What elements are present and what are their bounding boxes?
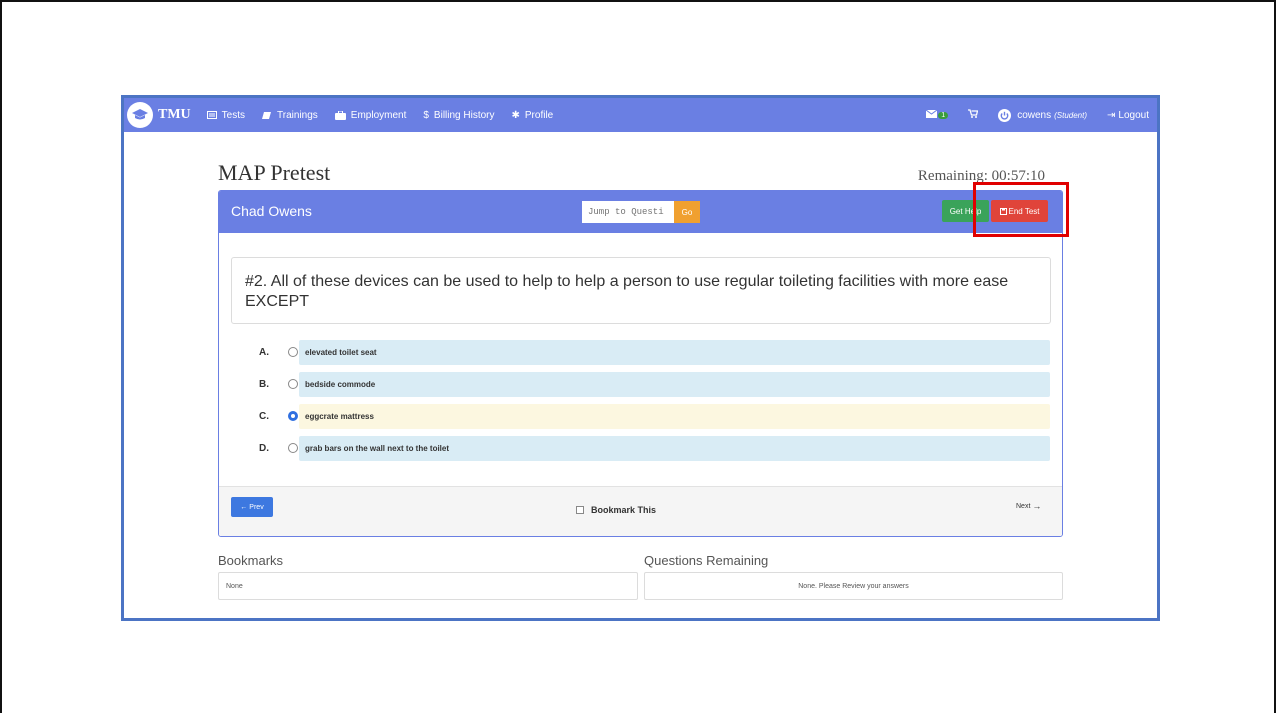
brand[interactable]: TMU — [127, 102, 191, 128]
option-a[interactable]: A. elevated toilet seat — [219, 340, 1062, 365]
nav-user[interactable]: cowens (Student) — [998, 108, 1088, 122]
question-text: #2. All of these devices can be used to … — [231, 257, 1051, 324]
book-icon — [262, 111, 272, 120]
option-letter: A. — [259, 347, 269, 358]
prev-button[interactable]: ← Prev — [231, 497, 273, 517]
graduation-cap-icon — [127, 102, 153, 128]
nav-tests-label: Tests — [221, 109, 246, 121]
bookmark-checkbox[interactable] — [576, 506, 584, 514]
nav-profile-label: Profile — [524, 109, 554, 121]
save-icon — [999, 207, 1007, 215]
nav-employment-label: Employment — [350, 109, 407, 121]
bookmarks-list: None — [218, 572, 638, 600]
user-role: (Student) — [1054, 110, 1088, 120]
nav-messages[interactable]: 1 — [926, 109, 949, 121]
cart-icon — [968, 109, 979, 121]
logout-label: Logout — [1118, 109, 1149, 121]
option-text[interactable]: bedside commode — [299, 372, 1050, 397]
brand-name: TMU — [158, 107, 191, 122]
bookmark-toggle[interactable]: Bookmark This — [576, 505, 656, 515]
option-text[interactable]: eggcrate mattress — [299, 404, 1050, 429]
nav-cart[interactable] — [968, 109, 979, 121]
option-radio[interactable] — [288, 411, 298, 421]
arrow-right-icon: → — [1032, 501, 1042, 511]
nav-tests[interactable]: Tests — [206, 109, 246, 121]
next-button[interactable]: Next → — [1016, 501, 1041, 511]
nav-billing-history[interactable]: $ Billing History — [423, 110, 494, 121]
page-title: MAP Pretest — [218, 160, 331, 185]
option-b[interactable]: B. bedside commode — [219, 372, 1062, 397]
end-test-button[interactable]: End Test — [991, 200, 1048, 222]
nav-profile[interactable]: ✱ Profile — [512, 110, 554, 121]
bookmark-label: Bookmark This — [591, 505, 657, 515]
nav-trainings-label: Trainings — [277, 109, 318, 121]
option-d[interactable]: D. grab bars on the wall next to the toi… — [219, 436, 1062, 461]
option-text[interactable]: grab bars on the wall next to the toilet — [299, 436, 1050, 461]
next-label: Next — [1016, 502, 1031, 510]
student-name: Chad Owens — [231, 203, 312, 219]
top-navbar: TMU Tests Trainings Employment $ Billing… — [124, 98, 1157, 132]
logout-icon: ⇥ — [1107, 109, 1116, 121]
option-letter: D. — [259, 443, 269, 454]
prev-label: Prev — [249, 503, 264, 511]
get-help-button[interactable]: Get Help — [942, 200, 989, 222]
nav-billing-label: Billing History — [433, 109, 495, 121]
questions-remaining-list: None. Please Review your answers — [644, 572, 1063, 600]
jump-to-question-input[interactable] — [582, 201, 674, 223]
go-button[interactable]: Go — [674, 201, 700, 223]
option-c[interactable]: C. eggcrate mattress — [219, 404, 1062, 429]
dollar-icon: $ — [423, 109, 429, 121]
briefcase-icon — [334, 110, 346, 120]
arrow-left-icon: ← — [240, 503, 248, 511]
list-icon — [206, 111, 217, 119]
power-icon — [998, 108, 1012, 122]
questions-remaining-title: Questions Remaining — [644, 553, 769, 568]
option-radio[interactable] — [288, 347, 298, 357]
username: cowens — [1017, 109, 1052, 121]
time-remaining: Remaining: 00:57:10 — [917, 168, 1045, 184]
envelope-icon — [926, 109, 938, 121]
question-panel: Chad Owens Go Get Help End Test #2. All … — [218, 190, 1063, 537]
panel-header: Chad Owens Go Get Help End Test — [219, 191, 1062, 233]
option-letter: C. — [259, 411, 269, 422]
nav-trainings[interactable]: Trainings — [262, 110, 318, 121]
app-window: TMU Tests Trainings Employment $ Billing… — [121, 95, 1160, 621]
end-test-label: End Test — [1008, 206, 1040, 216]
option-radio[interactable] — [288, 379, 298, 389]
gear-icon: ✱ — [511, 109, 520, 121]
panel-footer: ← Prev Bookmark This Next → — [219, 486, 1062, 536]
logout-link[interactable]: ⇥ Logout — [1107, 110, 1149, 121]
option-letter: B. — [259, 379, 269, 390]
answer-options: A. elevated toilet seat B. bedside commo… — [219, 340, 1062, 468]
nav-right: 1 cowens (Student) ⇥ Logout — [906, 108, 1157, 122]
bookmarks-title: Bookmarks — [218, 553, 284, 568]
option-radio[interactable] — [288, 443, 298, 453]
messages-badge: 1 — [938, 111, 949, 119]
nav-employment[interactable]: Employment — [334, 109, 407, 121]
option-text[interactable]: elevated toilet seat — [299, 340, 1050, 365]
